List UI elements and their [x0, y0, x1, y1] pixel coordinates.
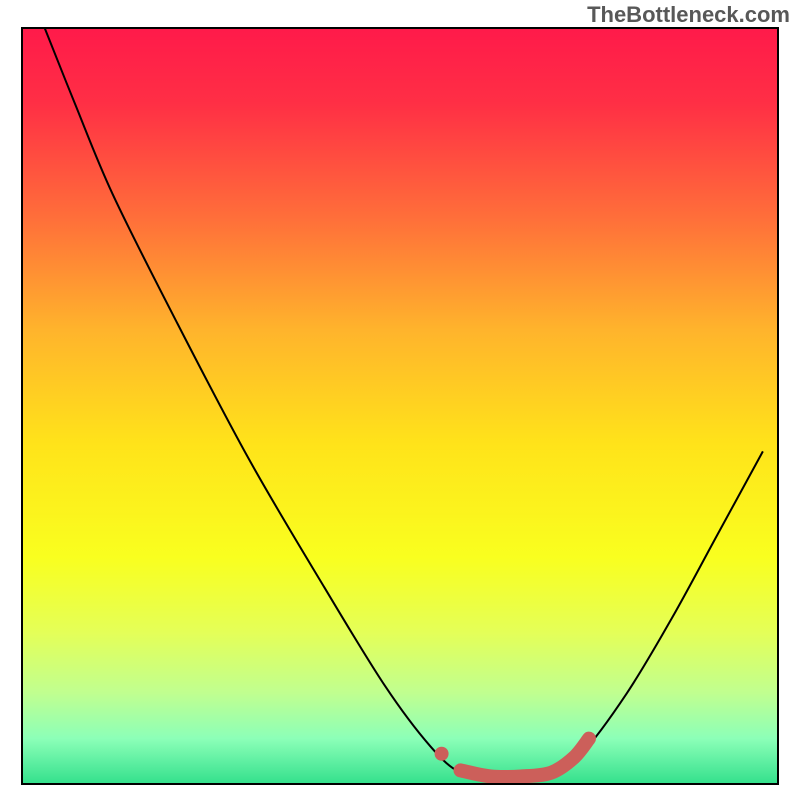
- watermark-label: TheBottleneck.com: [587, 2, 790, 28]
- bottleneck-chart: [0, 0, 800, 800]
- chart-container: TheBottleneck.com: [0, 0, 800, 800]
- gradient-background: [22, 28, 778, 784]
